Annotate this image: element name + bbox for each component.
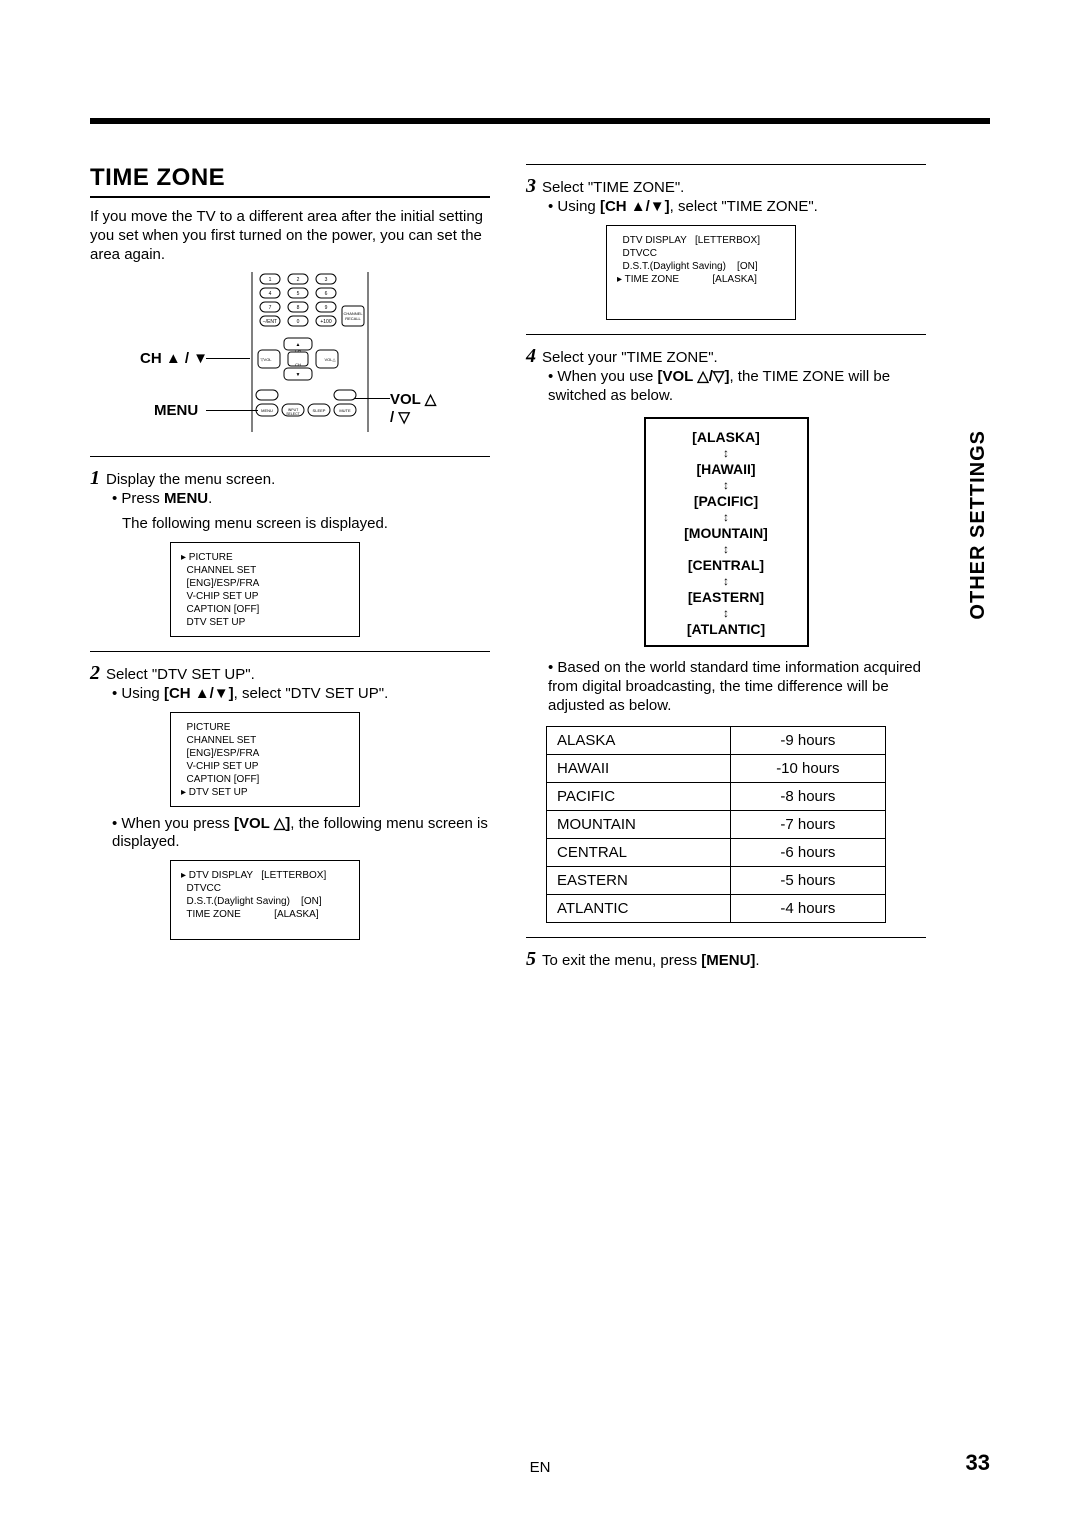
svg-text:MUTE: MUTE [339,408,351,413]
table-row: ALASKA-9 hours [547,726,886,754]
right-column: 3 Select "TIME ZONE". Using [CH ▲/▼], se… [526,164,926,971]
timezone-offset-table: ALASKA-9 hours HAWAII-10 hours PACIFIC-8… [546,726,886,923]
updown-icon: ↕ [654,543,799,555]
language-code: EN [530,1459,551,1476]
updown-icon: ↕ [654,607,799,619]
svg-text:▼: ▼ [296,372,301,378]
step-1-bullet: Press MENU. [112,490,490,509]
menu-screen-main-2: PICTURE CHANNEL SET [ENG]/ESP/FRA V-CHIP… [170,712,360,807]
timezone-cycle-diagram: [ALASKA] ↕ [HAWAII] ↕ [PACIFIC] ↕ [MOUNT… [644,417,809,647]
table-row: MOUNTAIN-7 hours [547,810,886,838]
updown-icon: ↕ [654,575,799,587]
step-2: 2 Select "DTV SET UP". [90,662,490,685]
table-row: HAWAII-10 hours [547,754,886,782]
svg-text:SELECT: SELECT [286,412,300,416]
left-column: TIME ZONE If you move the TV to a differ… [90,164,490,971]
step-text: Select "DTV SET UP". [106,666,255,683]
intro-text: If you move the TV to a different area a… [90,208,490,264]
step-text: Display the menu screen. [106,471,275,488]
step-4-bullet-2: Based on the world standard time informa… [548,659,926,715]
step-text: Select "TIME ZONE". [542,179,684,196]
step-3-bullet: Using [CH ▲/▼], select "TIME ZONE". [548,198,926,217]
step-2-bullet-1: Using [CH ▲/▼], select "DTV SET UP". [112,685,490,704]
svg-text:SLEEP: SLEEP [313,408,326,413]
svg-text:5: 5 [297,291,300,297]
updown-icon: ↕ [654,479,799,491]
header-rule [90,118,990,124]
menu-label: MENU [154,402,198,419]
section-tab: OTHER SETTINGS [967,430,990,620]
vol-label: VOL △ / ▽ [390,390,440,426]
updown-icon: ↕ [654,447,799,459]
table-row: EASTERN-5 hours [547,866,886,894]
svg-text:–/ENT: –/ENT [263,319,277,325]
step-number: 2 [90,662,100,685]
step-1: 1 Display the menu screen. [90,467,490,490]
remote-diagram: CH ▲ / ▼ MENU VOL △ / ▽ [140,272,440,442]
svg-text:CH: CH [295,362,301,367]
svg-text:0: 0 [297,319,300,325]
step-1-followup: The following menu screen is displayed. [122,515,490,534]
table-row: CENTRAL-6 hours [547,838,886,866]
step-number: 3 [526,175,536,198]
table-row: PACIFIC-8 hours [547,782,886,810]
table-row: ATLANTIC-4 hours [547,894,886,922]
step-text: To exit the menu, press [MENU]. [542,952,760,969]
step-4-bullet-1: When you use [VOL △/▽], the TIME ZONE wi… [548,368,926,406]
svg-text:7: 7 [269,305,272,311]
step-2-bullet-2: When you press [VOL △], the following me… [112,815,490,853]
updown-icon: ↕ [654,511,799,523]
step-4: 4 Select your "TIME ZONE". [526,345,926,368]
svg-text:6: 6 [325,291,328,297]
svg-text:3: 3 [325,277,328,283]
svg-text:▽VOL: ▽VOL [260,357,272,362]
section-title: TIME ZONE [90,164,490,192]
svg-text:2: 2 [297,277,300,283]
ch-label: CH ▲ / ▼ [140,350,208,367]
step-number: 4 [526,345,536,368]
step-3: 3 Select "TIME ZONE". [526,175,926,198]
svg-text:MENU: MENU [261,408,273,413]
step-text: Select your "TIME ZONE". [542,349,718,366]
step-5: 5 To exit the menu, press [MENU]. [526,948,926,971]
title-underline [90,196,490,198]
svg-text:CH: CH [295,348,301,353]
svg-text:1: 1 [269,277,272,283]
svg-text:4: 4 [269,291,272,297]
svg-text:RECALL: RECALL [345,316,361,321]
step-number: 5 [526,948,536,971]
svg-text:+100: +100 [320,319,331,325]
menu-screen-main: ▸ PICTURE CHANNEL SET [ENG]/ESP/FRA V-CH… [170,542,360,637]
svg-text:9: 9 [325,305,328,311]
menu-screen-dtv-1: ▸ DTV DISPLAY [LETTERBOX] DTVCC D.S.T.(D… [170,860,360,940]
page-number: 33 [966,1450,990,1476]
step-number: 1 [90,467,100,490]
svg-text:VOL△: VOL△ [324,357,336,362]
svg-text:8: 8 [297,305,300,311]
remote-icon: 123 456 789 0+100–/ENT CHANNELRECALL ▲▼ … [250,272,370,432]
menu-screen-dtv-2: DTV DISPLAY [LETTERBOX] DTVCC D.S.T.(Day… [606,225,796,320]
